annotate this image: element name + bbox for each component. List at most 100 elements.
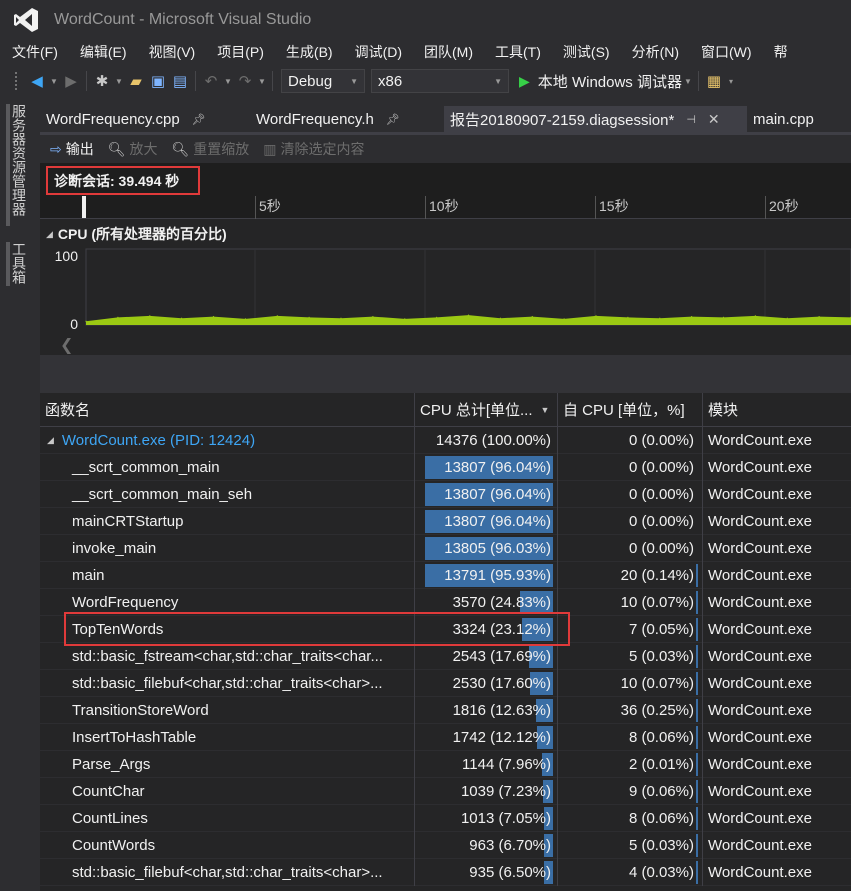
tab-main-cpp[interactable]: main.cpp xyxy=(747,106,820,132)
table-row[interactable]: Parse_Args 1144 (7.96%) 2 (0.01%) WordCount… xyxy=(40,751,851,778)
clear-selection-button[interactable]: ▥ 清除选定内容 xyxy=(263,139,364,159)
total-cpu-cell: 935 (6.50%) xyxy=(415,859,558,886)
redo-dropdown-icon[interactable]: ▼ xyxy=(256,77,268,86)
navigate-back-dropdown-icon[interactable]: ▼ xyxy=(48,77,60,86)
save-icon[interactable]: ▣ xyxy=(147,70,169,92)
module-cell: WordCount.exe xyxy=(708,540,812,557)
timeline-ruler[interactable]: 5秒 10秒 15秒 20秒 xyxy=(40,196,851,219)
menu-item-1[interactable]: 编辑(E) xyxy=(69,42,138,62)
pin-icon[interactable]: 📌︎ xyxy=(192,113,206,126)
table-row[interactable]: std::basic_filebuf<char,std::char_traits… xyxy=(40,670,851,697)
server-explorer-tab[interactable]: 服务器资源管理器 xyxy=(11,104,29,216)
navigate-forward-icon[interactable]: ▶ xyxy=(60,70,82,92)
solution-configuration-combo[interactable]: Debug ▼ xyxy=(281,69,365,93)
reset-zoom-button[interactable]: 🔍︎ 重置缩放 xyxy=(172,139,250,159)
start-debugging-button[interactable]: ▶ 本地 Windows 调试器 ▼ xyxy=(519,71,694,92)
undo-icon[interactable]: ↶ xyxy=(200,70,222,92)
pin-icon[interactable]: 📌︎ xyxy=(386,113,400,126)
table-row[interactable]: WordFrequency 3570 (24.83%) 10 (0.07%) Word… xyxy=(40,589,851,616)
menu-item-11[interactable]: 帮 xyxy=(763,42,799,62)
expand-triangle-icon[interactable]: ◢ xyxy=(47,435,54,446)
table-row[interactable]: CountWords 963 (6.70%) 5 (0.03%) WordCount.… xyxy=(40,832,851,859)
table-row[interactable]: ◢ WordCount.exe (PID: 12424) 14376 (100.00… xyxy=(40,427,851,454)
self-cpu-cell: 10 (0.07%) xyxy=(558,589,703,616)
timeline-marker[interactable] xyxy=(82,196,86,218)
menu-item-0[interactable]: 文件(F) xyxy=(0,42,69,62)
cpu-data-point xyxy=(117,316,119,318)
table-row[interactable]: std::basic_filebuf<char,std::char_traits… xyxy=(40,859,851,886)
open-file-icon[interactable]: ▰ xyxy=(125,70,147,92)
table-row[interactable]: __scrt_common_main_seh 13807 (96.04%) 0 (0… xyxy=(40,481,851,508)
menu-item-10[interactable]: 窗口(W) xyxy=(690,42,763,62)
ruler-tick-label: 10秒 xyxy=(425,196,459,219)
self-cpu-bar xyxy=(696,753,698,776)
function-name-cell: WordFrequency xyxy=(40,589,415,616)
close-icon[interactable]: ✕ xyxy=(708,111,720,128)
menu-item-6[interactable]: 团队(M) xyxy=(413,42,484,62)
menu-item-8[interactable]: 测试(S) xyxy=(552,42,621,62)
find-in-files-icon[interactable]: ▦ xyxy=(703,70,725,92)
menu-item-9[interactable]: 分析(N) xyxy=(621,42,690,62)
function-call-table: 函数名 CPU 总计[单位... ▼ 自 CPU [单位，%] 模块 ◢ Word… xyxy=(40,393,851,886)
new-project-dropdown-icon[interactable]: ▼ xyxy=(113,77,125,86)
timeline-scrollbar[interactable]: ❮ xyxy=(40,333,851,355)
collapse-triangle-icon[interactable]: ◢ xyxy=(46,229,53,240)
panel-splitter[interactable] xyxy=(40,355,851,393)
session-duration-label: 诊断会话: 39.494 秒 xyxy=(46,166,200,195)
cpu-data-point xyxy=(531,316,533,318)
cpu-data-point xyxy=(722,316,725,318)
column-header-module[interactable]: 模块 xyxy=(703,393,851,426)
cpu-graph-header[interactable]: ◢ CPU (所有处理器的百分比) xyxy=(40,223,851,245)
menu-item-3[interactable]: 项目(P) xyxy=(206,42,275,62)
cpu-data-point xyxy=(212,316,215,318)
redo-icon[interactable]: ↷ xyxy=(234,70,256,92)
total-cpu-value: 1039 (7.23%) xyxy=(460,783,551,800)
tab-diagsession[interactable]: 报告20180907-2159.diagsession* ⊣ ✕ xyxy=(444,106,747,132)
menu-item-7[interactable]: 工具(T) xyxy=(484,42,552,62)
self-cpu-cell: 8 (0.06%) xyxy=(558,724,703,751)
column-header-self-cpu[interactable]: 自 CPU [单位，%] xyxy=(558,393,703,426)
solution-platform-combo[interactable]: x86 ▼ xyxy=(371,69,509,93)
output-button[interactable]: ⇨ 输出 xyxy=(50,139,94,159)
cpu-usage-chart[interactable]: 100 0 xyxy=(40,245,851,333)
table-row[interactable]: main 13791 (95.93%) 20 (0.14%) WordCount.ex… xyxy=(40,562,851,589)
table-row[interactable]: CountLines 1013 (7.05%) 8 (0.06%) WordCount… xyxy=(40,805,851,832)
total-cpu-value: 14376 (100.00%) xyxy=(435,432,551,449)
table-row[interactable]: InsertToHashTable 1742 (12.12%) 8 (0.06%) W… xyxy=(40,724,851,751)
column-header-label: 自 CPU [单位，%] xyxy=(563,402,685,419)
column-header-total-cpu[interactable]: CPU 总计[单位... ▼ xyxy=(415,393,558,426)
navigate-back-icon[interactable]: ◀ xyxy=(26,70,48,92)
menu-item-2[interactable]: 视图(V) xyxy=(138,42,207,62)
menu-item-4[interactable]: 生成(B) xyxy=(275,42,344,62)
toolbar-separator xyxy=(86,71,87,91)
self-cpu-cell: 2 (0.01%) xyxy=(558,751,703,778)
toolbar-grip[interactable] xyxy=(14,71,18,91)
table-row[interactable]: invoke_main 13805 (96.03%) 0 (0.00%) WordCo… xyxy=(40,535,851,562)
table-row[interactable]: mainCRTStartup 13807 (96.04%) 0 (0.00%) Wor… xyxy=(40,508,851,535)
self-cpu-bar xyxy=(696,564,698,587)
undo-dropdown-icon[interactable]: ▼ xyxy=(222,77,234,86)
zoom-in-button[interactable]: 🔍︎ 放大 xyxy=(108,139,158,159)
start-debugging-dropdown-icon[interactable]: ▼ xyxy=(682,77,694,86)
table-row[interactable]: CountChar 1039 (7.23%) 9 (0.06%) WordCount.… xyxy=(40,778,851,805)
total-cpu-value: 13791 (95.93%) xyxy=(444,567,551,584)
menu-item-5[interactable]: 调试(D) xyxy=(344,42,413,62)
self-cpu-value: 5 (0.03%) xyxy=(628,648,694,665)
table-row[interactable]: __scrt_common_main 13807 (96.04%) 0 (0.00%… xyxy=(40,454,851,481)
new-project-icon[interactable]: ✱ xyxy=(91,70,113,92)
scroll-left-icon[interactable]: ❮ xyxy=(60,335,73,355)
self-cpu-value: 0 (0.00%) xyxy=(628,432,694,449)
table-row[interactable]: std::basic_fstream<char,std::char_traits… xyxy=(40,643,851,670)
save-all-icon[interactable]: ▤ xyxy=(169,70,191,92)
function-name-cell: __scrt_common_main_seh xyxy=(40,481,415,508)
toolbar-overflow-icon[interactable]: ▾ xyxy=(725,77,737,86)
self-cpu-bar xyxy=(696,699,698,722)
toolbox-tab[interactable]: 工具箱 xyxy=(11,242,29,284)
tab-wordfrequency-h[interactable]: WordFrequency.h 📌︎ xyxy=(250,106,444,132)
self-cpu-value: 36 (0.25%) xyxy=(620,702,694,719)
column-header-function-name[interactable]: 函数名 xyxy=(40,393,415,426)
pin-icon[interactable]: ⊣ xyxy=(686,113,696,126)
tab-wordfrequency-cpp[interactable]: WordFrequency.cpp 📌︎ xyxy=(40,106,250,132)
table-row[interactable]: TopTenWords 3324 (23.12%) 7 (0.05%) WordCou… xyxy=(40,616,851,643)
table-row[interactable]: TransitionStoreWord 1816 (12.63%) 36 (0.25… xyxy=(40,697,851,724)
